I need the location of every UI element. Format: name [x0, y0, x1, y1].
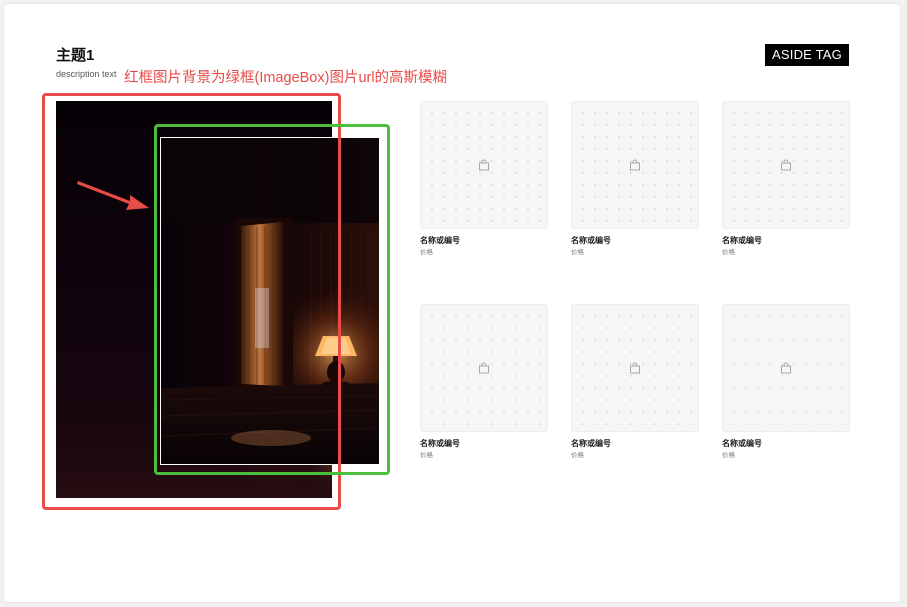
shopping-bag-icon: [630, 159, 640, 171]
annotation-text: 红框图片背景为绿框(ImageBox)图片url的高斯模糊: [124, 70, 448, 86]
shopping-bag-icon: [630, 362, 640, 374]
product-name: 名称或编号: [571, 236, 611, 245]
product-thumbnail[interactable]: [420, 304, 548, 432]
product-name: 名称或编号: [722, 439, 762, 448]
product-price: 价格: [722, 249, 735, 256]
product-thumbnail[interactable]: [420, 101, 548, 229]
shopping-bag-icon: [781, 362, 791, 374]
product-card[interactable]: 名称或编号 价格: [571, 304, 699, 460]
product-thumbnail[interactable]: [722, 304, 850, 432]
product-price: 价格: [420, 249, 433, 256]
product-thumbnail[interactable]: [571, 304, 699, 432]
product-name: 名称或编号: [571, 439, 611, 448]
product-price: 价格: [722, 452, 735, 459]
product-name: 名称或编号: [722, 236, 762, 245]
product-card[interactable]: 名称或编号 价格: [420, 304, 548, 460]
page-title: 主题1: [56, 47, 95, 64]
product-card[interactable]: 名称或编号 价格: [722, 304, 850, 460]
product-name: 名称或编号: [420, 439, 460, 448]
page-description: description text: [56, 69, 117, 79]
arrow-icon: [77, 181, 149, 210]
product-thumbnail[interactable]: [722, 101, 850, 229]
product-thumbnail[interactable]: [571, 101, 699, 229]
product-price: 价格: [571, 452, 584, 459]
product-price: 价格: [571, 249, 584, 256]
shopping-bag-icon: [781, 159, 791, 171]
product-price: 价格: [420, 452, 433, 459]
shopping-bag-icon: [479, 362, 489, 374]
product-name: 名称或编号: [420, 236, 460, 245]
shopping-bag-icon: [479, 159, 489, 171]
product-card[interactable]: 名称或编号 价格: [722, 101, 850, 257]
product-card[interactable]: 名称或编号 价格: [420, 101, 548, 257]
green-annotation-frame: [154, 124, 390, 475]
aside-tag[interactable]: ASIDE TAG: [765, 44, 849, 66]
product-card[interactable]: 名称或编号 价格: [571, 101, 699, 257]
